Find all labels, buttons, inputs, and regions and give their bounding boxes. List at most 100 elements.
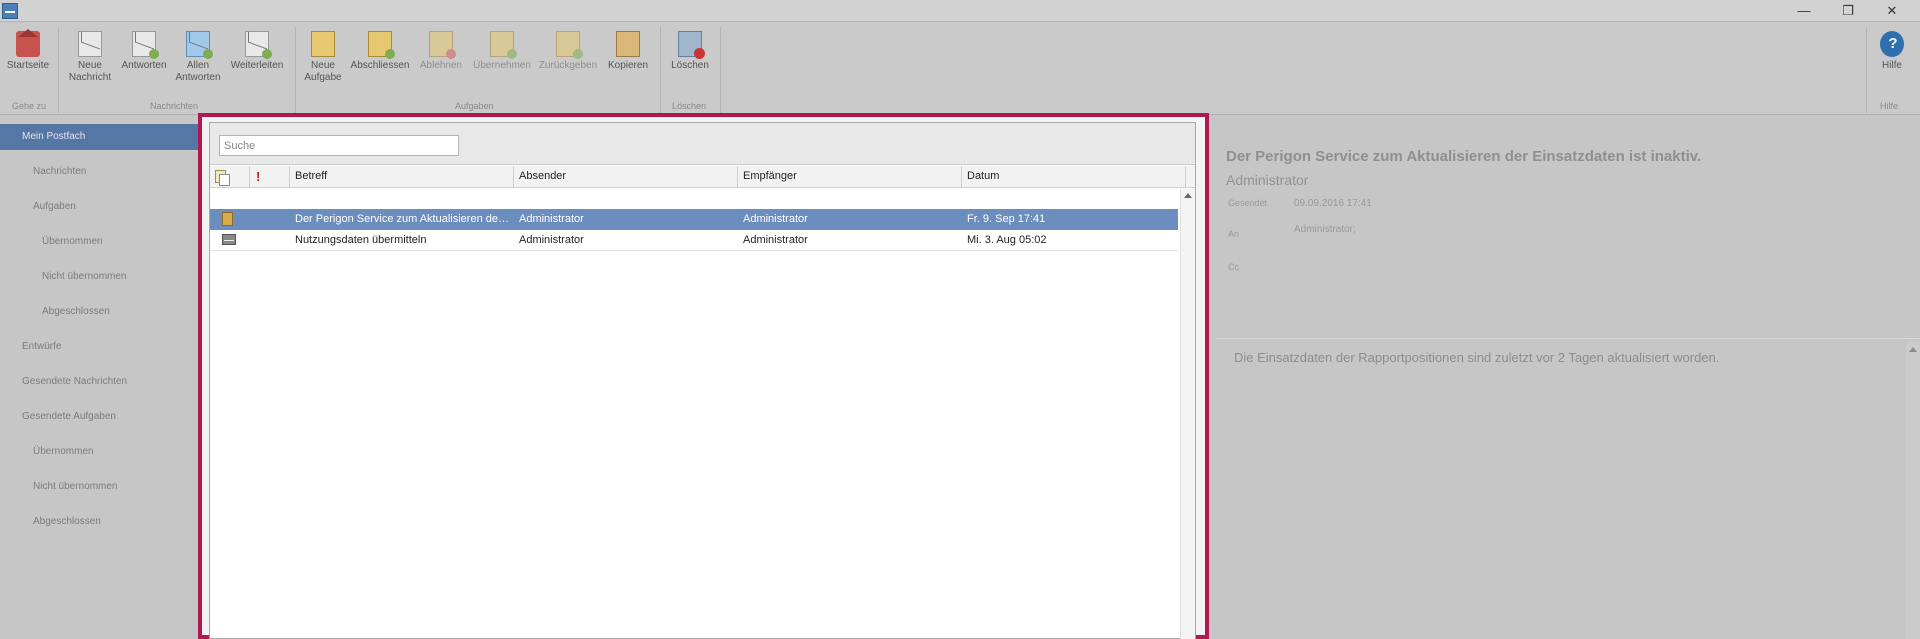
neue-aufgabe-button[interactable]: Neue Aufgabe bbox=[300, 31, 346, 84]
sidebar-nav: Mein Postfach Nachrichten Aufgaben Übern… bbox=[0, 116, 200, 639]
scroll-up-arrow-icon[interactable] bbox=[1909, 347, 1917, 352]
neue-nachricht-button[interactable]: Neue Nachricht bbox=[64, 31, 116, 84]
importance-icon: ! bbox=[256, 169, 261, 184]
reply-icon bbox=[132, 31, 159, 59]
weiterleiten-button[interactable]: Weiterleiten bbox=[226, 31, 288, 72]
document-type-icon bbox=[215, 170, 230, 186]
column-absender[interactable]: Absender bbox=[514, 166, 738, 187]
hilfe-label: Hilfe bbox=[1881, 60, 1902, 71]
sidebar-item-gesendete-abgeschlossen[interactable]: Abgeschlossen bbox=[0, 509, 200, 535]
ablehnen-label: Ablehnen bbox=[419, 60, 463, 71]
table-row[interactable]: Der Perigon Service zum Aktualisieren de… bbox=[210, 209, 1178, 230]
title-bar: — ❐ ✕ bbox=[0, 0, 1920, 22]
search-bar bbox=[210, 123, 1195, 165]
list-scrollbar[interactable] bbox=[1180, 189, 1195, 639]
row-sender: Administrator bbox=[519, 234, 584, 246]
sent-value: 09.09.2016 17:41 bbox=[1294, 198, 1372, 209]
weiterleiten-label: Weiterleiten bbox=[230, 60, 284, 71]
reading-sender: Administrator bbox=[1226, 172, 1309, 188]
group-label-aufgaben: Aufgaben bbox=[455, 101, 494, 111]
startseite-label: Startseite bbox=[6, 60, 50, 71]
ribbon-separator bbox=[1866, 27, 1867, 113]
ablehnen-button[interactable]: Ablehnen bbox=[414, 31, 468, 72]
reading-divider bbox=[1216, 338, 1920, 339]
zurueckgeben-label: Zurückgeben bbox=[538, 60, 598, 71]
message-list-panel: ! Betreff Absender Empfänger Datum Der P… bbox=[198, 113, 1209, 639]
loeschen-label: Löschen bbox=[671, 60, 709, 71]
abschliessen-label: Abschliessen bbox=[350, 60, 410, 71]
row-date: Fr. 9. Sep 17:41 bbox=[967, 213, 1046, 225]
ribbon-separator bbox=[720, 27, 721, 113]
allen-antworten-button[interactable]: Allen Antworten bbox=[172, 31, 224, 84]
return-task-icon bbox=[556, 31, 583, 59]
sent-label: Gesendet bbox=[1228, 198, 1268, 208]
group-label-gehe-zu: Gehe zu bbox=[12, 101, 47, 111]
decline-task-icon bbox=[429, 31, 456, 59]
startseite-button[interactable]: Startseite bbox=[6, 29, 50, 72]
abschliessen-button[interactable]: Abschliessen bbox=[348, 31, 412, 72]
sidebar-item-gesendete-nicht-uebernommen[interactable]: Nicht übernommen bbox=[0, 474, 200, 500]
sidebar-item-mein-postfach[interactable]: Mein Postfach bbox=[0, 124, 200, 150]
table-row[interactable]: Nutzungsdaten übermitteln Administrator … bbox=[210, 230, 1178, 251]
sidebar-item-abgeschlossen[interactable]: Abgeschlossen bbox=[0, 299, 200, 325]
restore-button[interactable]: ❐ bbox=[1828, 1, 1868, 21]
scroll-up-arrow-icon[interactable] bbox=[1184, 193, 1192, 198]
reading-subject: Der Perigon Service zum Aktualisieren de… bbox=[1226, 148, 1702, 165]
to-label: An bbox=[1228, 229, 1240, 239]
app-icon bbox=[2, 3, 18, 19]
message-list-frame: ! Betreff Absender Empfänger Datum Der P… bbox=[209, 122, 1196, 639]
new-task-icon bbox=[311, 31, 335, 57]
column-empfaenger[interactable]: Empfänger bbox=[738, 166, 962, 187]
sidebar-item-gesendete-uebernommen[interactable]: Übernommen bbox=[0, 439, 200, 465]
neue-aufgabe-label-1: Neue bbox=[311, 60, 335, 71]
ribbon-separator bbox=[295, 27, 296, 113]
accept-task-icon bbox=[490, 31, 517, 59]
column-datum[interactable]: Datum bbox=[962, 166, 1186, 187]
sidebar-item-nachrichten[interactable]: Nachrichten bbox=[0, 159, 200, 185]
sidebar-item-aufgaben[interactable]: Aufgaben bbox=[0, 194, 200, 220]
delete-icon bbox=[678, 31, 705, 59]
neue-nachricht-label-2: Nachricht bbox=[68, 72, 112, 83]
sidebar-item-gesendete-aufgaben[interactable]: Gesendete Aufgaben bbox=[0, 404, 200, 430]
minimize-button[interactable]: — bbox=[1784, 1, 1824, 21]
cc-label: Cc bbox=[1228, 262, 1239, 272]
neue-nachricht-label-1: Neue bbox=[78, 60, 102, 71]
zurueckgeben-button[interactable]: Zurückgeben bbox=[536, 31, 600, 72]
antworten-label: Antworten bbox=[121, 60, 167, 71]
column-betreff[interactable]: Betreff bbox=[290, 166, 514, 187]
antworten-button[interactable]: Antworten bbox=[118, 31, 170, 72]
sidebar-item-nicht-uebernommen[interactable]: Nicht übernommen bbox=[0, 264, 200, 290]
task-icon bbox=[222, 212, 233, 226]
row-recipient: Administrator bbox=[743, 234, 808, 246]
row-date: Mi. 3. Aug 05:02 bbox=[967, 234, 1047, 246]
new-mail-icon bbox=[78, 31, 102, 57]
loeschen-button[interactable]: Löschen bbox=[666, 31, 714, 72]
group-label-nachrichten: Nachrichten bbox=[150, 101, 199, 111]
complete-task-icon bbox=[368, 31, 395, 59]
ribbon-toolbar: Startseite Neue Nachricht Antworten Alle… bbox=[0, 23, 1920, 115]
column-importance[interactable]: ! bbox=[250, 166, 290, 187]
uebernehmen-label: Übernehmen bbox=[473, 60, 531, 71]
sidebar-item-uebernommen[interactable]: Übernommen bbox=[0, 229, 200, 255]
message-rows: Der Perigon Service zum Aktualisieren de… bbox=[210, 189, 1180, 639]
envelope-icon bbox=[222, 234, 236, 245]
row-subject: Nutzungsdaten übermitteln bbox=[295, 234, 427, 246]
sidebar-item-gesendete-nachrichten[interactable]: Gesendete Nachrichten bbox=[0, 369, 200, 395]
sidebar-item-entwuerfe[interactable]: Entwürfe bbox=[0, 334, 200, 360]
uebernehmen-button[interactable]: Übernehmen bbox=[470, 31, 534, 72]
reading-body: Die Einsatzdaten der Rapportpositionen s… bbox=[1234, 350, 1720, 365]
home-icon bbox=[16, 29, 40, 57]
search-input[interactable] bbox=[219, 135, 459, 156]
group-label-loeschen: Löschen bbox=[672, 101, 707, 111]
reading-scrollbar[interactable] bbox=[1906, 342, 1920, 639]
row-sender: Administrator bbox=[519, 213, 584, 225]
allen-antworten-label-1: Allen bbox=[186, 60, 210, 71]
hilfe-button[interactable]: Hilfe bbox=[1872, 31, 1912, 72]
kopieren-button[interactable]: Kopieren bbox=[602, 31, 654, 72]
column-header-row: ! Betreff Absender Empfänger Datum bbox=[210, 166, 1195, 188]
group-label-hilfe: Hilfe bbox=[1880, 101, 1899, 111]
allen-antworten-label-2: Antworten bbox=[175, 72, 221, 83]
to-value: Administrator; bbox=[1294, 224, 1356, 235]
close-button[interactable]: ✕ bbox=[1872, 1, 1912, 21]
column-type[interactable] bbox=[210, 166, 250, 187]
